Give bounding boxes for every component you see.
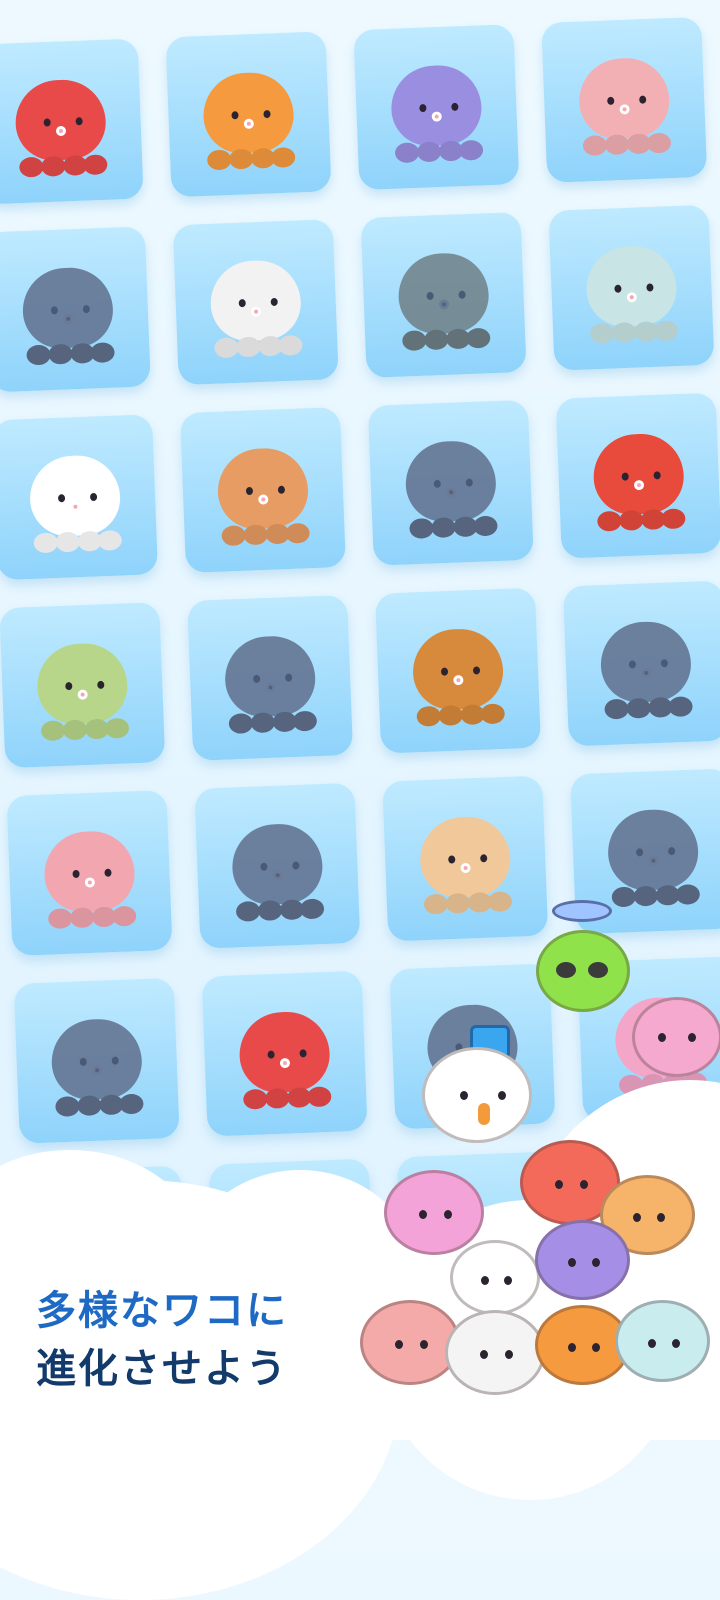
panda-octopus-icon bbox=[221, 814, 335, 928]
headphone-octopus-icon bbox=[567, 48, 681, 162]
ice-cream-mascot bbox=[615, 1300, 710, 1392]
character-tile-orange-octopus[interactable] bbox=[165, 31, 332, 198]
chicken-octopus-icon bbox=[18, 446, 132, 560]
character-tile-rabbit-octopus[interactable] bbox=[6, 789, 173, 956]
character-tile-pudding-octopus[interactable] bbox=[382, 775, 549, 942]
king-octopus-icon bbox=[228, 1002, 342, 1116]
ufo-icon bbox=[552, 900, 612, 922]
character-tile-pancake-octopus[interactable] bbox=[179, 407, 346, 574]
tiger-octopus-icon bbox=[40, 1009, 154, 1123]
character-tile-chicken-octopus[interactable] bbox=[0, 414, 159, 581]
apple-octopus-icon bbox=[582, 424, 696, 538]
snowman-mascot bbox=[412, 1025, 537, 1145]
cherry-bomb-octopus-icon bbox=[11, 258, 125, 372]
character-tile-panda-octopus[interactable] bbox=[194, 782, 361, 949]
character-tile-coconut-octopus[interactable] bbox=[0, 38, 144, 205]
character-tile-cherry-bomb-octopus[interactable] bbox=[0, 226, 151, 393]
floating-alien-mascot bbox=[528, 900, 638, 1050]
avocado-octopus-icon bbox=[25, 634, 139, 748]
character-tile-apple-octopus[interactable] bbox=[555, 392, 720, 559]
character-tile-bucket-octopus[interactable] bbox=[367, 399, 534, 566]
alien-octopus-icon bbox=[387, 243, 501, 357]
castle-octopus-icon bbox=[589, 612, 703, 726]
sushi-octopus-icon bbox=[199, 251, 313, 365]
pancake-octopus-icon bbox=[206, 438, 320, 552]
character-tile-castle-octopus[interactable] bbox=[562, 580, 720, 747]
character-tile-avocado-octopus[interactable] bbox=[0, 602, 166, 769]
caption-line-2: 進化させよう bbox=[36, 1346, 288, 1392]
character-tile-sushi-octopus[interactable] bbox=[172, 219, 339, 386]
gentleman-octopus-icon bbox=[379, 55, 493, 169]
sushi-mascot bbox=[445, 1310, 545, 1405]
bear-octopus-icon bbox=[213, 626, 327, 740]
character-tile-king-octopus[interactable] bbox=[201, 970, 368, 1137]
character-tile-bear-octopus[interactable] bbox=[187, 594, 354, 761]
mascot-group bbox=[350, 1130, 720, 1440]
character-tile-ice-cream-octopus[interactable] bbox=[548, 204, 715, 371]
pudding-octopus-icon bbox=[408, 807, 522, 921]
character-tile-burger-octopus[interactable] bbox=[374, 587, 542, 754]
rabbit-octopus-icon bbox=[33, 821, 147, 935]
character-tile-gentleman-octopus[interactable] bbox=[353, 24, 520, 191]
promo-caption: 多様なワコに 進化させよう bbox=[36, 1282, 288, 1398]
character-tile-tiger-octopus[interactable] bbox=[13, 977, 180, 1144]
character-tile-headphone-octopus[interactable] bbox=[541, 16, 708, 183]
burger-octopus-icon bbox=[401, 619, 515, 733]
coconut-octopus-icon bbox=[4, 70, 118, 184]
orange-octopus-icon bbox=[192, 63, 306, 177]
ice-cream-octopus-icon bbox=[575, 236, 689, 350]
bucket-octopus-icon bbox=[394, 431, 508, 545]
peach-mascot bbox=[628, 985, 720, 1085]
caption-line-1: 多様なワコに bbox=[36, 1288, 288, 1334]
gentleman-mascot bbox=[535, 1220, 630, 1310]
penguin-octopus-icon bbox=[596, 800, 710, 914]
character-tile-alien-octopus[interactable] bbox=[360, 211, 527, 378]
